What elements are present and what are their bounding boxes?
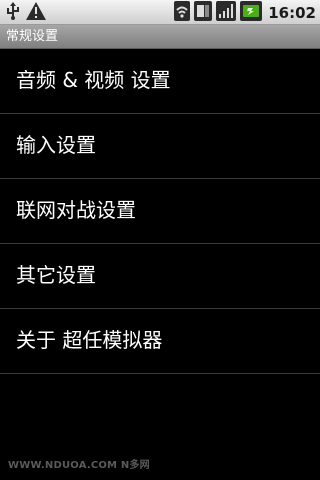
list-item-label: 联网对战设置 bbox=[16, 198, 136, 222]
list-item-about[interactable]: 关于 超任模拟器 bbox=[0, 309, 320, 374]
list-item-input-settings[interactable]: 输入设置 bbox=[0, 114, 320, 179]
battery-icon bbox=[240, 0, 263, 25]
list-item-audio-video-settings[interactable]: 音频 & 视频 设置 bbox=[0, 49, 320, 114]
system-icons: 16:02 bbox=[170, 0, 316, 25]
warning-icon bbox=[26, 1, 46, 24]
sim-icon bbox=[194, 0, 213, 25]
watermark: WWW.NDUOA.COM N多网 bbox=[8, 460, 150, 471]
list-item-other-settings[interactable]: 其它设置 bbox=[0, 244, 320, 309]
list-item-label: 关于 超任模拟器 bbox=[16, 328, 163, 352]
status-bar: 16:02 bbox=[0, 0, 320, 25]
wifi-icon bbox=[174, 0, 191, 25]
title-bar: 常规设置 bbox=[0, 25, 320, 49]
page-title: 常规设置 bbox=[6, 29, 59, 44]
signal-icon bbox=[216, 0, 237, 25]
list-item-netplay-settings[interactable]: 联网对战设置 bbox=[0, 179, 320, 244]
list-item-label: 音频 & 视频 设置 bbox=[16, 68, 171, 92]
notification-icons bbox=[6, 1, 52, 24]
settings-list: 音频 & 视频 设置 输入设置 联网对战设置 其它设置 关于 超任模拟器 bbox=[0, 49, 320, 374]
list-item-label: 其它设置 bbox=[16, 263, 96, 287]
usb-icon bbox=[6, 1, 20, 24]
list-item-label: 输入设置 bbox=[16, 133, 96, 157]
app-screen: 16:02 常规设置 音频 & 视频 设置 输入设置 联网对战设置 其它设置 关… bbox=[0, 0, 320, 480]
clock: 16:02 bbox=[268, 3, 316, 22]
